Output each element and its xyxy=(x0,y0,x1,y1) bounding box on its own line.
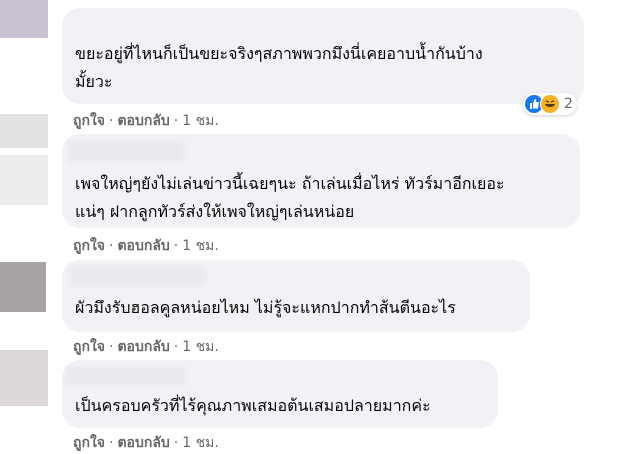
comment-text-line: ขยะอยู่ที่ไหนก็เป็นขยะจริงๆสภาพพวกมึงนี่… xyxy=(75,44,483,63)
haha-icon xyxy=(540,94,560,114)
separator: · xyxy=(173,435,179,451)
reaction-count: 2 xyxy=(564,96,573,112)
comment-text-line: แน่ๆ ฝากลูกทัวร์ส่งให้เพจใหญ่ๆเล่นหน่อย xyxy=(75,202,355,221)
comment-text-line: ผัวมึงรับฮอลคูลหน่อยไหม ไม่รู้จะแหกปากทำ… xyxy=(75,298,456,317)
comment-timestamp[interactable]: 1 ชม. xyxy=(182,110,219,132)
avatar[interactable] xyxy=(0,350,48,406)
author-name[interactable] xyxy=(70,266,206,286)
comment-bubble: ขยะอยู่ที่ไหนก็เป็นขยะจริงๆสภาพพวกมึงนี่… xyxy=(62,8,584,104)
comment-actions: ถูกใจ · ตอบกลับ · 1 ชม. xyxy=(73,432,219,454)
avatar xyxy=(0,155,48,205)
reply-button[interactable]: ตอบกลับ xyxy=(117,110,169,132)
author-name[interactable] xyxy=(66,366,186,386)
comment-timestamp[interactable]: 1 ชม. xyxy=(182,336,219,358)
separator: · xyxy=(109,113,114,129)
reply-button[interactable]: ตอบกลับ xyxy=(117,336,169,358)
separator: · xyxy=(109,238,114,254)
comment-timestamp[interactable]: 1 ชม. xyxy=(182,235,219,257)
comment-bubble: เพจใหญ่ๆยังไม่เล่นข่าวนี้เฉยๆนะ ถ้าเล่นเ… xyxy=(62,134,580,228)
comment-text-line: เป็นครอบครัวที่ไร้คุณภาพเสมอต้นเสมอปลายม… xyxy=(75,396,431,415)
like-button[interactable]: ถูกใจ xyxy=(73,235,105,257)
avatar[interactable] xyxy=(0,114,48,148)
reaction-summary[interactable]: 2 xyxy=(523,93,577,115)
avatar[interactable] xyxy=(0,0,48,38)
comment-actions: ถูกใจ · ตอบกลับ · 1 ชม. xyxy=(73,235,219,257)
reply-button[interactable]: ตอบกลับ xyxy=(117,235,169,257)
separator: · xyxy=(173,113,179,129)
comment-timestamp[interactable]: 1 ชม. xyxy=(182,432,219,454)
avatar[interactable] xyxy=(0,262,46,312)
separator: · xyxy=(109,435,114,451)
like-button[interactable]: ถูกใจ xyxy=(73,110,105,132)
comment-text-line: มั้ยวะ xyxy=(75,72,113,91)
comment-text-line: เพจใหญ่ๆยังไม่เล่นข่าวนี้เฉยๆนะ ถ้าเล่นเ… xyxy=(75,174,505,193)
comment-bubble: ผัวมึงรับฮอลคูลหน่อยไหม ไม่รู้จะแหกปากทำ… xyxy=(62,260,530,332)
comment-actions: ถูกใจ · ตอบกลับ · 1 ชม. xyxy=(73,110,219,132)
like-button[interactable]: ถูกใจ xyxy=(73,432,105,454)
separator: · xyxy=(173,339,179,355)
separator: · xyxy=(173,238,179,254)
reply-button[interactable]: ตอบกลับ xyxy=(117,432,169,454)
separator: · xyxy=(109,339,114,355)
like-button[interactable]: ถูกใจ xyxy=(73,336,105,358)
author-name[interactable] xyxy=(68,140,184,162)
comment-bubble: เป็นครอบครัวที่ไร้คุณภาพเสมอต้นเสมอปลายม… xyxy=(62,360,498,428)
comment-actions: ถูกใจ · ตอบกลับ · 1 ชม. xyxy=(73,336,219,358)
